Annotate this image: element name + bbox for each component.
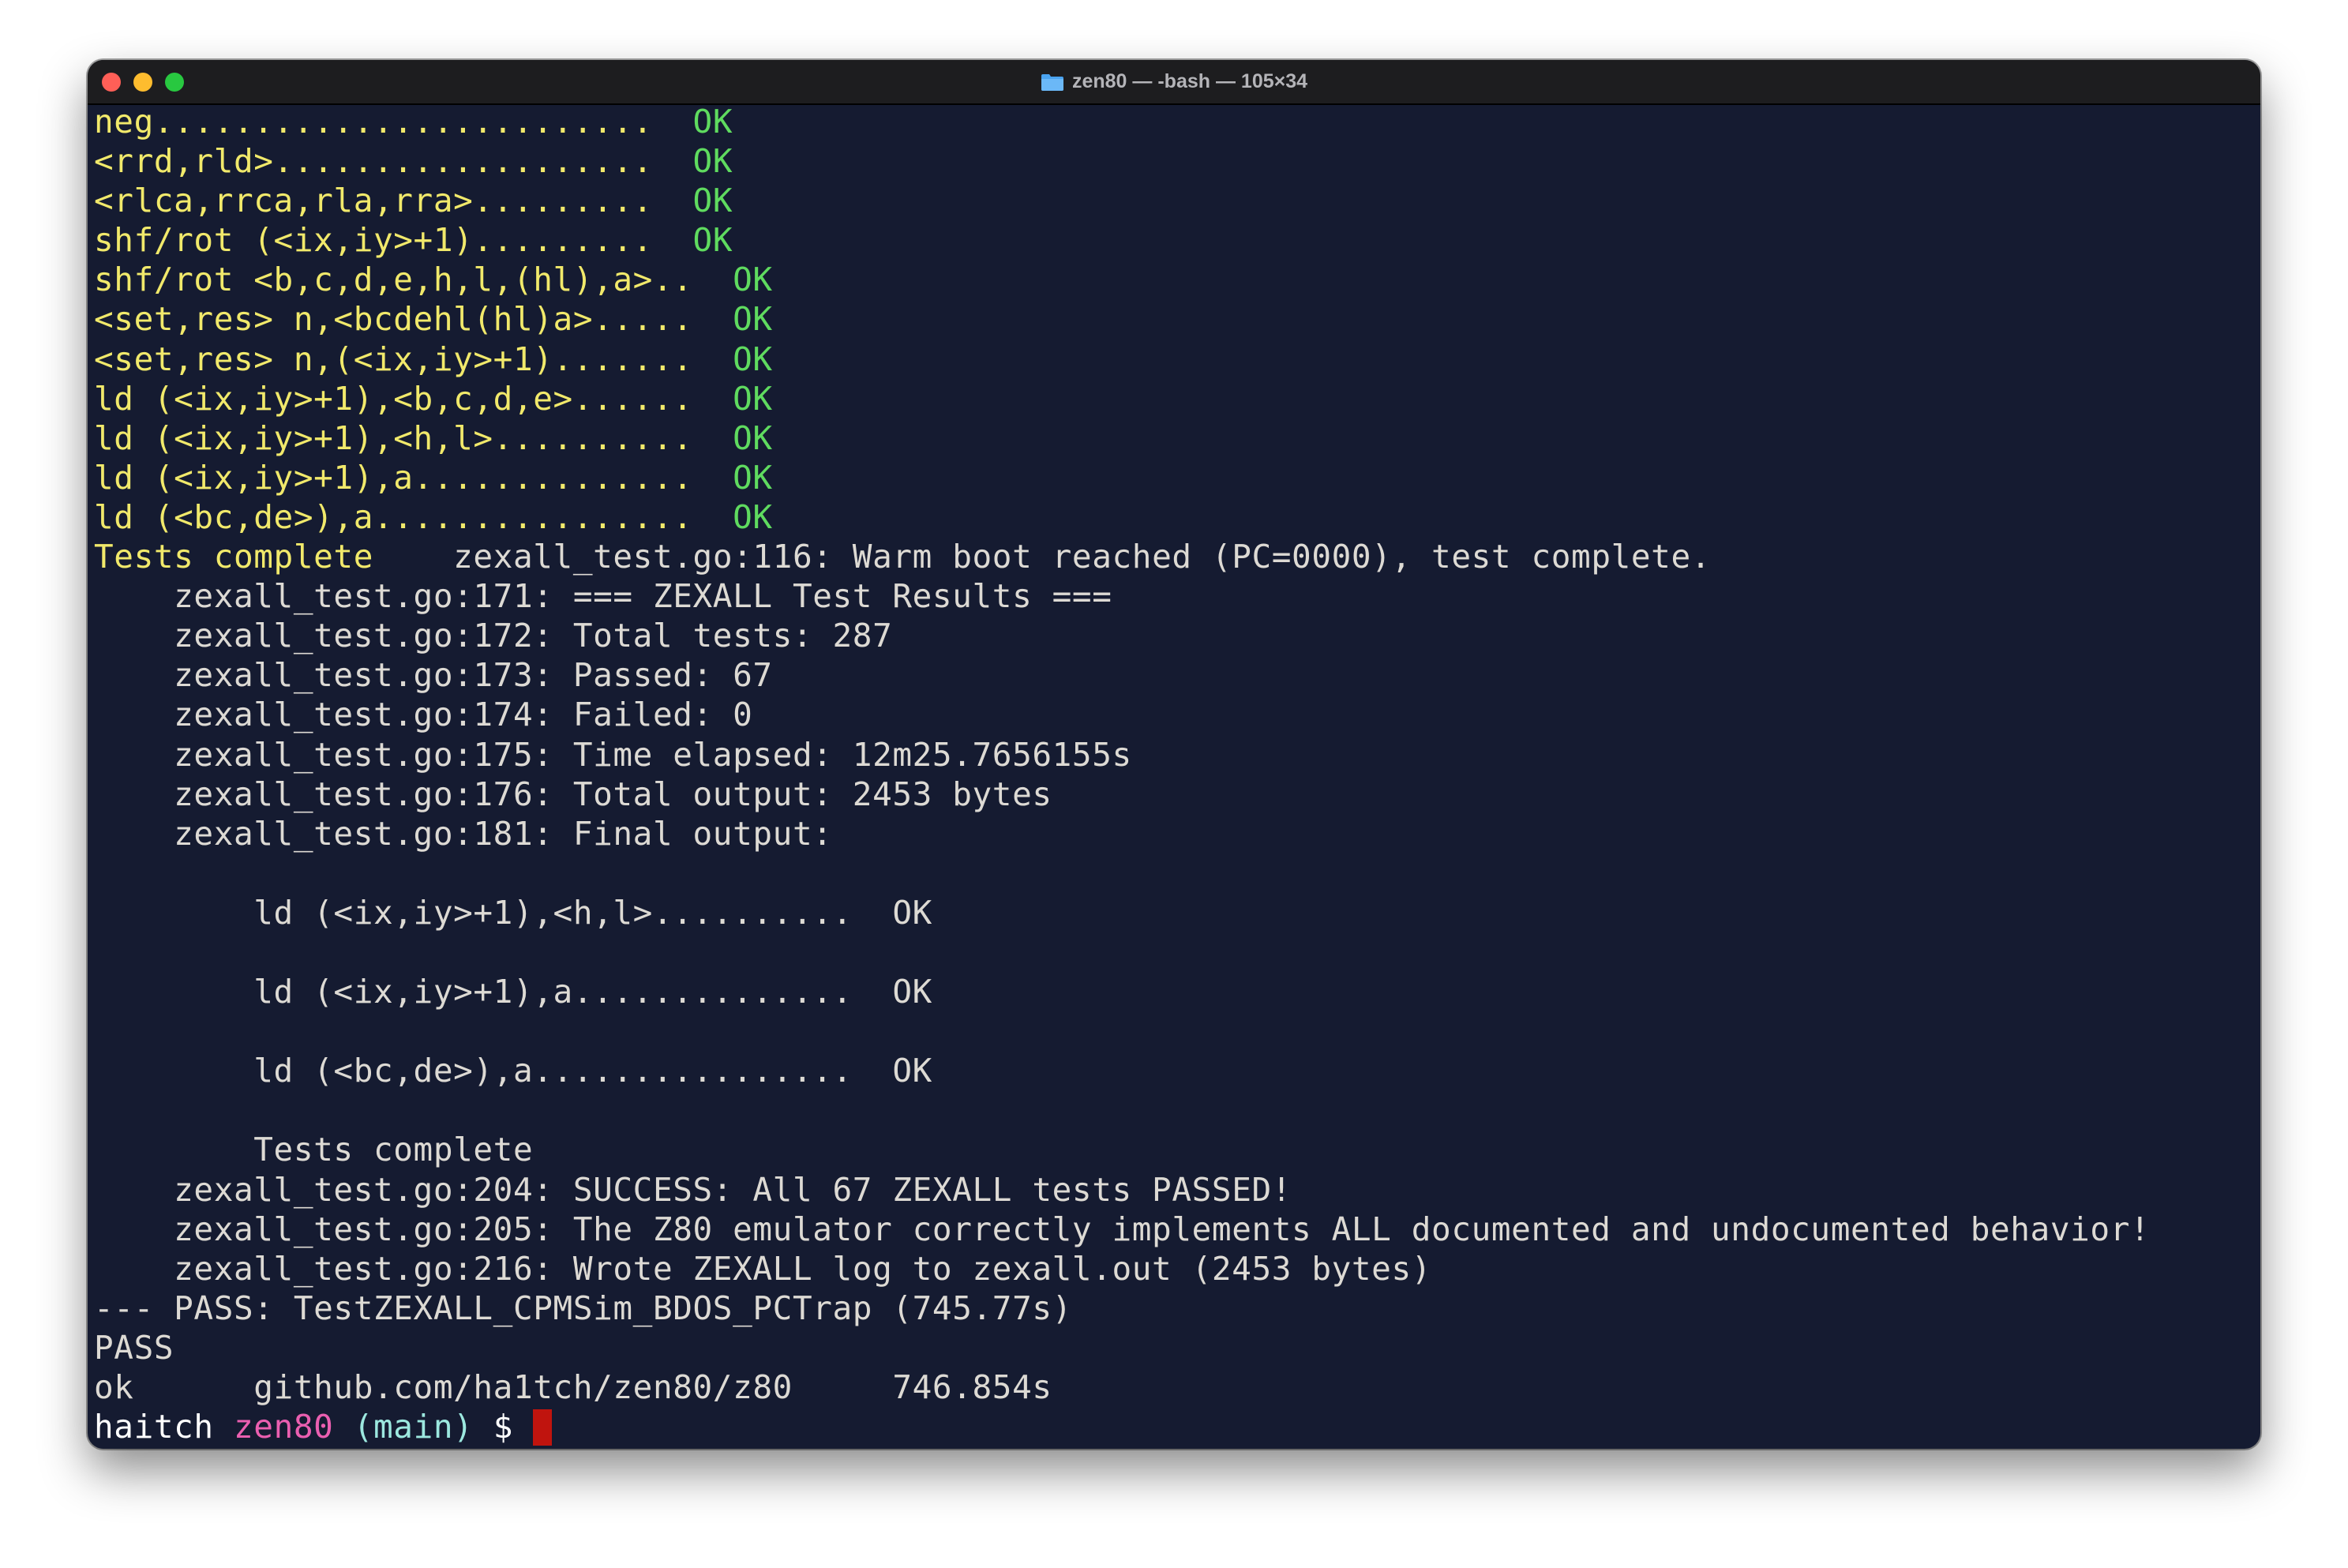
terminal-line: ld (<ix,iy>+1),<b,c,d,e>...... OK [94, 379, 2260, 418]
terminal-text: PASS [94, 1328, 174, 1367]
terminal-text: zexall_test.go:116: Warm boot reached (P… [373, 538, 1712, 576]
terminal-line: ld (<ix,iy>+1),a.............. OK [94, 458, 2260, 497]
text-cursor [533, 1409, 553, 1446]
terminal-line: Tests complete [94, 1130, 2260, 1169]
terminal-text: Tests complete [94, 538, 373, 576]
terminal-text: zexall_test.go:175: Time elapsed: 12m25.… [94, 735, 1132, 774]
terminal-line: ok github.com/ha1tch/zen80/z80 746.854s [94, 1367, 2260, 1407]
terminal-text: OK [733, 261, 773, 299]
terminal-text: zexall_test.go:173: Passed: 67 [94, 656, 773, 695]
terminal-text: OK [733, 418, 773, 457]
terminal-line: zexall_test.go:181: Final output: [94, 814, 2260, 853]
window-title-text: zen80 — -bash — 105×34 [1071, 70, 1308, 92]
terminal-line: ld (<bc,de>),a................ OK [94, 1051, 2260, 1090]
terminal-text: ld (<bc,de>),a................ OK [94, 1052, 932, 1090]
terminal-line: zexall_test.go:173: Passed: 67 [94, 655, 2260, 695]
terminal-text: <set,res> n,(<ix,iy>+1)....... [94, 339, 733, 378]
prompt-separator [473, 1408, 493, 1446]
terminal-line: ld (<bc,de>),a................ OK [94, 497, 2260, 537]
terminal-line: --- PASS: TestZEXALL_CPMSim_BDOS_PCTrap … [94, 1289, 2260, 1328]
terminal-text: zexall_test.go:181: Final output: [94, 814, 833, 853]
prompt-symbol: $ [493, 1408, 514, 1446]
terminal-text: zexall_test.go:216: Wrote ZEXALL log to … [94, 1249, 1432, 1288]
terminal-line: zexall_test.go:174: Failed: 0 [94, 695, 2260, 734]
terminal-text: zexall_test.go:204: SUCCESS: All 67 ZEXA… [94, 1170, 1292, 1209]
prompt-separator [333, 1408, 353, 1446]
terminal-line: zexall_test.go:176: Total output: 2453 b… [94, 775, 2260, 814]
terminal-line: ld (<ix,iy>+1),<h,l>.......... OK [94, 418, 2260, 458]
terminal-text: OK [692, 142, 733, 181]
terminal-text: zexall_test.go:171: === ZEXALL Test Resu… [94, 577, 1112, 616]
terminal-text: ld (<ix,iy>+1),a.............. OK [94, 973, 932, 1011]
terminal-text: Tests complete [94, 1131, 534, 1169]
terminal-text: neg......................... [94, 103, 693, 141]
terminal-text: zexall_test.go:172: Total tests: 287 [94, 617, 893, 655]
terminal-line: zexall_test.go:172: Total tests: 287 [94, 616, 2260, 655]
terminal-text: OK [733, 497, 773, 536]
terminal-line: <set,res> n,<bcdehl(hl)a>..... OK [94, 299, 2260, 339]
prompt-branch: (main) [353, 1408, 474, 1446]
terminal-line: zexall_test.go:204: SUCCESS: All 67 ZEXA… [94, 1170, 2260, 1210]
prompt-separator [513, 1408, 533, 1446]
terminal-text: OK [733, 458, 773, 497]
terminal-text: <set,res> n,<bcdehl(hl)a>..... [94, 300, 733, 339]
terminal-text: OK [692, 221, 733, 260]
terminal-text: OK [733, 300, 773, 339]
terminal-line: zexall_test.go:216: Wrote ZEXALL log to … [94, 1249, 2260, 1289]
terminal-text: ld (<ix,iy>+1),<h,l>.......... [94, 418, 733, 457]
terminal-text: zexall_test.go:176: Total output: 2453 b… [94, 775, 1052, 813]
terminal-line: Tests complete zexall_test.go:116: Warm … [94, 537, 2260, 576]
terminal-text: <rrd,rld>................... [94, 142, 693, 181]
terminal-text: OK [733, 339, 773, 378]
terminal-text: ld (<ix,iy>+1),<h,l>.......... OK [94, 893, 932, 932]
terminal-line: shf/rot <b,c,d,e,h,l,(hl),a>.. OK [94, 260, 2260, 299]
terminal-text: OK [692, 182, 733, 220]
window-title: zen80 — -bash — 105×34 [88, 60, 2260, 103]
prompt-separator [214, 1408, 234, 1446]
terminal-text: OK [692, 103, 733, 141]
terminal-text: <rlca,rrca,rla,rra>......... [94, 182, 693, 220]
terminal-line: <rlca,rrca,rla,rra>......... OK [94, 181, 2260, 220]
terminal-line: shf/rot (<ix,iy>+1)......... OK [94, 220, 2260, 260]
title-bar: zen80 — -bash — 105×34 [88, 60, 2260, 105]
terminal-window: zen80 — -bash — 105×34 neg..............… [88, 60, 2260, 1449]
terminal-line: zexall_test.go:171: === ZEXALL Test Resu… [94, 576, 2260, 616]
terminal-line: zexall_test.go:175: Time elapsed: 12m25.… [94, 735, 2260, 775]
terminal-line: neg......................... OK [94, 102, 2260, 141]
terminal-line: zexall_test.go:205: The Z80 emulator cor… [94, 1210, 2260, 1249]
terminal-text: ok github.com/ha1tch/zen80/z80 746.854s [94, 1368, 1052, 1406]
prompt-user: haitch [94, 1408, 214, 1446]
terminal-line: PASS [94, 1328, 2260, 1367]
terminal-text: shf/rot (<ix,iy>+1)......... [94, 221, 693, 260]
terminal-text: --- PASS: TestZEXALL_CPMSim_BDOS_PCTrap … [94, 1289, 1072, 1327]
terminal-text: zexall_test.go:205: The Z80 emulator cor… [94, 1210, 2151, 1248]
terminal-output[interactable]: neg......................... OK <rrd,rld>… [94, 102, 2260, 1449]
terminal-text: OK [733, 379, 773, 418]
terminal-text: ld (<ix,iy>+1),a.............. [94, 458, 733, 497]
terminal-text: ld (<ix,iy>+1),<b,c,d,e>...... [94, 379, 733, 418]
prompt-directory: zen80 [234, 1408, 334, 1446]
terminal-line: ld (<ix,iy>+1),<h,l>.......... OK [94, 893, 2260, 932]
folder-icon [1041, 73, 1064, 92]
terminal-text: ld (<bc,de>),a................ [94, 497, 733, 536]
terminal-line: ld (<ix,iy>+1),a.............. OK [94, 972, 2260, 1011]
terminal-text: zexall_test.go:174: Failed: 0 [94, 696, 753, 734]
shell-prompt[interactable]: haitch zen80 (main) $ [94, 1407, 2260, 1446]
terminal-text: shf/rot <b,c,d,e,h,l,(hl),a>.. [94, 261, 733, 299]
terminal-line: <rrd,rld>................... OK [94, 141, 2260, 181]
terminal-line: <set,res> n,(<ix,iy>+1)....... OK [94, 339, 2260, 379]
